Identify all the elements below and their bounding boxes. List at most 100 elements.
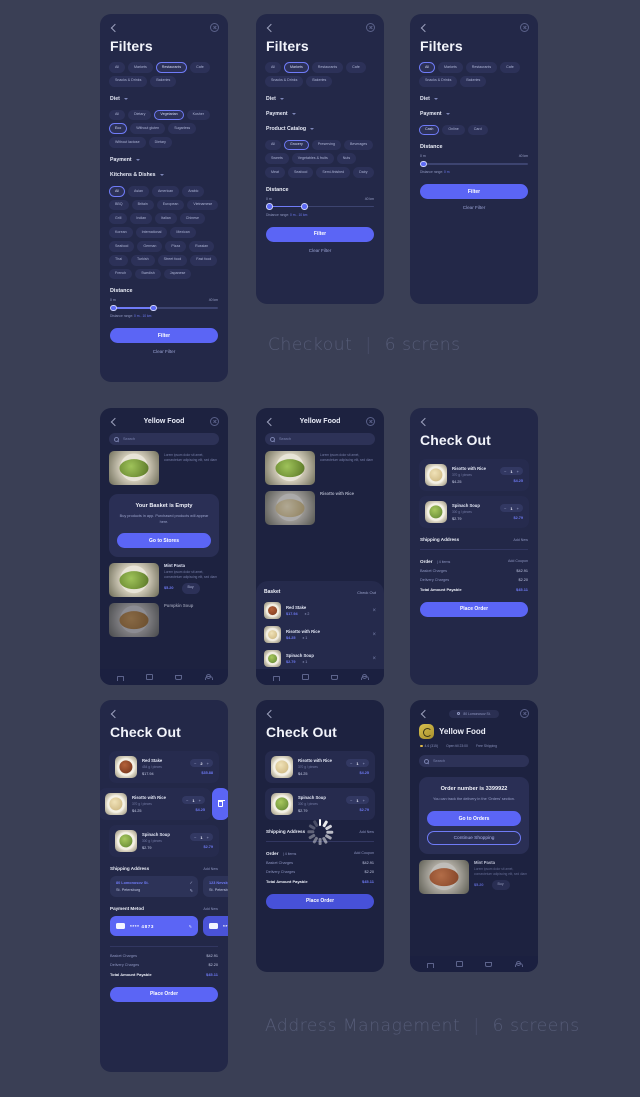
place-order-button[interactable]: Place Order [266,893,374,909]
section-header-payment[interactable]: Payment [256,102,384,117]
back-chevron-icon[interactable] [109,417,118,426]
clear-filter-button[interactable]: Clear Filter [100,349,228,354]
increment-button[interactable]: + [199,798,201,803]
chip-kitchen[interactable]: Vietnamese [187,199,219,211]
bag-icon[interactable] [456,961,463,967]
slider-knob-max[interactable] [150,304,157,312]
home-icon[interactable] [117,675,124,681]
slider-knob-min[interactable] [266,203,273,210]
quantity-stepper[interactable]: − 1 + [182,796,205,804]
increment-button[interactable]: + [363,798,365,803]
search-bar[interactable]: Search [109,433,219,445]
slider-knob-min[interactable] [420,160,427,168]
buy-button[interactable]: Buy [181,582,200,594]
chip-category[interactable]: Restaurants [465,62,498,73]
increment-button[interactable]: + [517,469,519,474]
home-icon[interactable] [427,962,434,968]
chip-category[interactable]: Cafe [500,62,520,73]
chip-diet[interactable]: Without lactose [109,137,146,148]
close-circle-icon[interactable] [520,709,529,718]
decrement-button[interactable]: − [194,761,196,766]
address-pill[interactable]: 80 Lomonosov St. [449,709,499,718]
pencil-icon[interactable]: ✎ [189,924,192,929]
decrement-button[interactable]: − [504,506,506,511]
home-icon[interactable] [273,675,280,681]
chip-kitchen[interactable]: Italian [155,213,177,225]
back-chevron-icon[interactable] [109,23,118,32]
user-icon[interactable] [204,673,213,681]
chip-diet[interactable]: Without gluten [130,123,166,135]
cart-icon[interactable] [485,961,492,967]
remove-item-button[interactable]: × [372,656,376,662]
apply-filter-button[interactable]: Filter [110,328,218,344]
add-new-address-button[interactable]: Add New [203,867,218,871]
chip-kitchen[interactable]: Grill [109,213,128,225]
chip-diet[interactable]: Eco [109,123,128,135]
back-chevron-icon[interactable] [265,417,274,426]
chip-catalog[interactable]: All [265,139,281,151]
buy-button[interactable]: Buy [491,879,510,891]
chip-kitchen[interactable]: Turkish [131,254,155,266]
chip-category[interactable]: Snacks & Drinks [265,75,304,87]
chip-diet[interactable]: Dietary [128,109,152,121]
chip-category[interactable]: Markets [128,62,153,73]
add-coupon-button[interactable]: Add Coupon [354,851,374,855]
quantity-stepper[interactable]: − 1 + [500,504,523,512]
chip-diet[interactable]: Kosher [186,109,210,121]
add-new-address-button[interactable]: Add New [359,830,374,834]
address-card[interactable]: 123 Nevsky Pr. St. Petersburg [203,876,228,897]
section-header-diet[interactable]: Diet [410,87,538,102]
cart-icon[interactable] [175,674,182,680]
bag-icon[interactable] [146,674,153,680]
back-chevron-icon[interactable] [419,417,428,426]
user-icon[interactable] [360,673,369,681]
chip-category[interactable]: Markets [438,62,463,73]
back-chevron-icon[interactable] [265,23,274,32]
chip-payment[interactable]: Cash [419,124,440,136]
quantity-stepper[interactable]: − 1 + [190,833,213,841]
add-new-card-button[interactable]: Add New [203,907,218,911]
chip-catalog[interactable]: Meat [265,167,285,178]
chip-category[interactable]: Cafe [346,62,366,73]
chip-kitchen[interactable]: American [152,185,180,197]
slider-knob-min[interactable] [110,304,117,312]
chip-catalog[interactable]: Dairy [353,167,374,178]
distance-slider[interactable] [266,203,374,210]
delete-item-button[interactable] [212,788,228,820]
add-new-address-button[interactable]: Add New [513,538,528,542]
chip-payment[interactable]: Online [442,124,465,136]
chip-catalog[interactable]: Vegetables & fruits [291,153,334,165]
chip-category[interactable]: All [265,62,281,73]
pencil-icon[interactable]: ✎ [190,888,193,893]
chip-catalog[interactable]: Beverages [343,139,374,151]
search-input[interactable]: Search [123,437,135,441]
chip-kitchen[interactable]: Chinese [179,213,205,225]
bag-icon[interactable] [302,674,309,680]
close-circle-icon[interactable] [520,23,529,32]
chip-kitchen[interactable]: Korean [109,227,133,239]
chip-kitchen[interactable]: Pizza [165,241,187,252]
apply-filter-button[interactable]: Filter [420,184,528,200]
section-header-payment[interactable]: Payment [100,148,228,163]
chip-kitchen[interactable]: Seafood [109,241,135,252]
chip-kitchen[interactable]: Street food [157,254,188,266]
chip-catalog[interactable]: Semi-finished [316,167,351,178]
chip-diet[interactable]: Dietary [148,137,172,148]
place-order-button[interactable]: Place Order [110,986,218,1002]
chip-kitchen[interactable]: Britain [131,199,154,211]
search-bar[interactable]: Search [419,755,529,767]
payment-card[interactable]: **** 1029 [203,916,228,936]
add-coupon-button[interactable]: Add Coupon [508,559,528,563]
chip-category[interactable]: Snacks & Drinks [419,75,458,87]
chip-catalog[interactable]: Seafood [288,167,314,178]
remove-item-button[interactable]: × [372,632,376,638]
chip-category[interactable]: All [109,62,125,73]
chip-kitchen[interactable]: Asian [128,185,149,197]
payment-card[interactable]: **** 4873 ✎ [110,916,198,936]
chip-catalog[interactable]: Sweets [265,153,289,165]
back-chevron-icon[interactable] [419,23,428,32]
decrement-button[interactable]: − [194,835,196,840]
back-chevron-icon[interactable] [419,709,428,718]
chip-catalog[interactable]: Grocery [284,139,309,151]
chip-payment[interactable]: Card [467,124,488,136]
